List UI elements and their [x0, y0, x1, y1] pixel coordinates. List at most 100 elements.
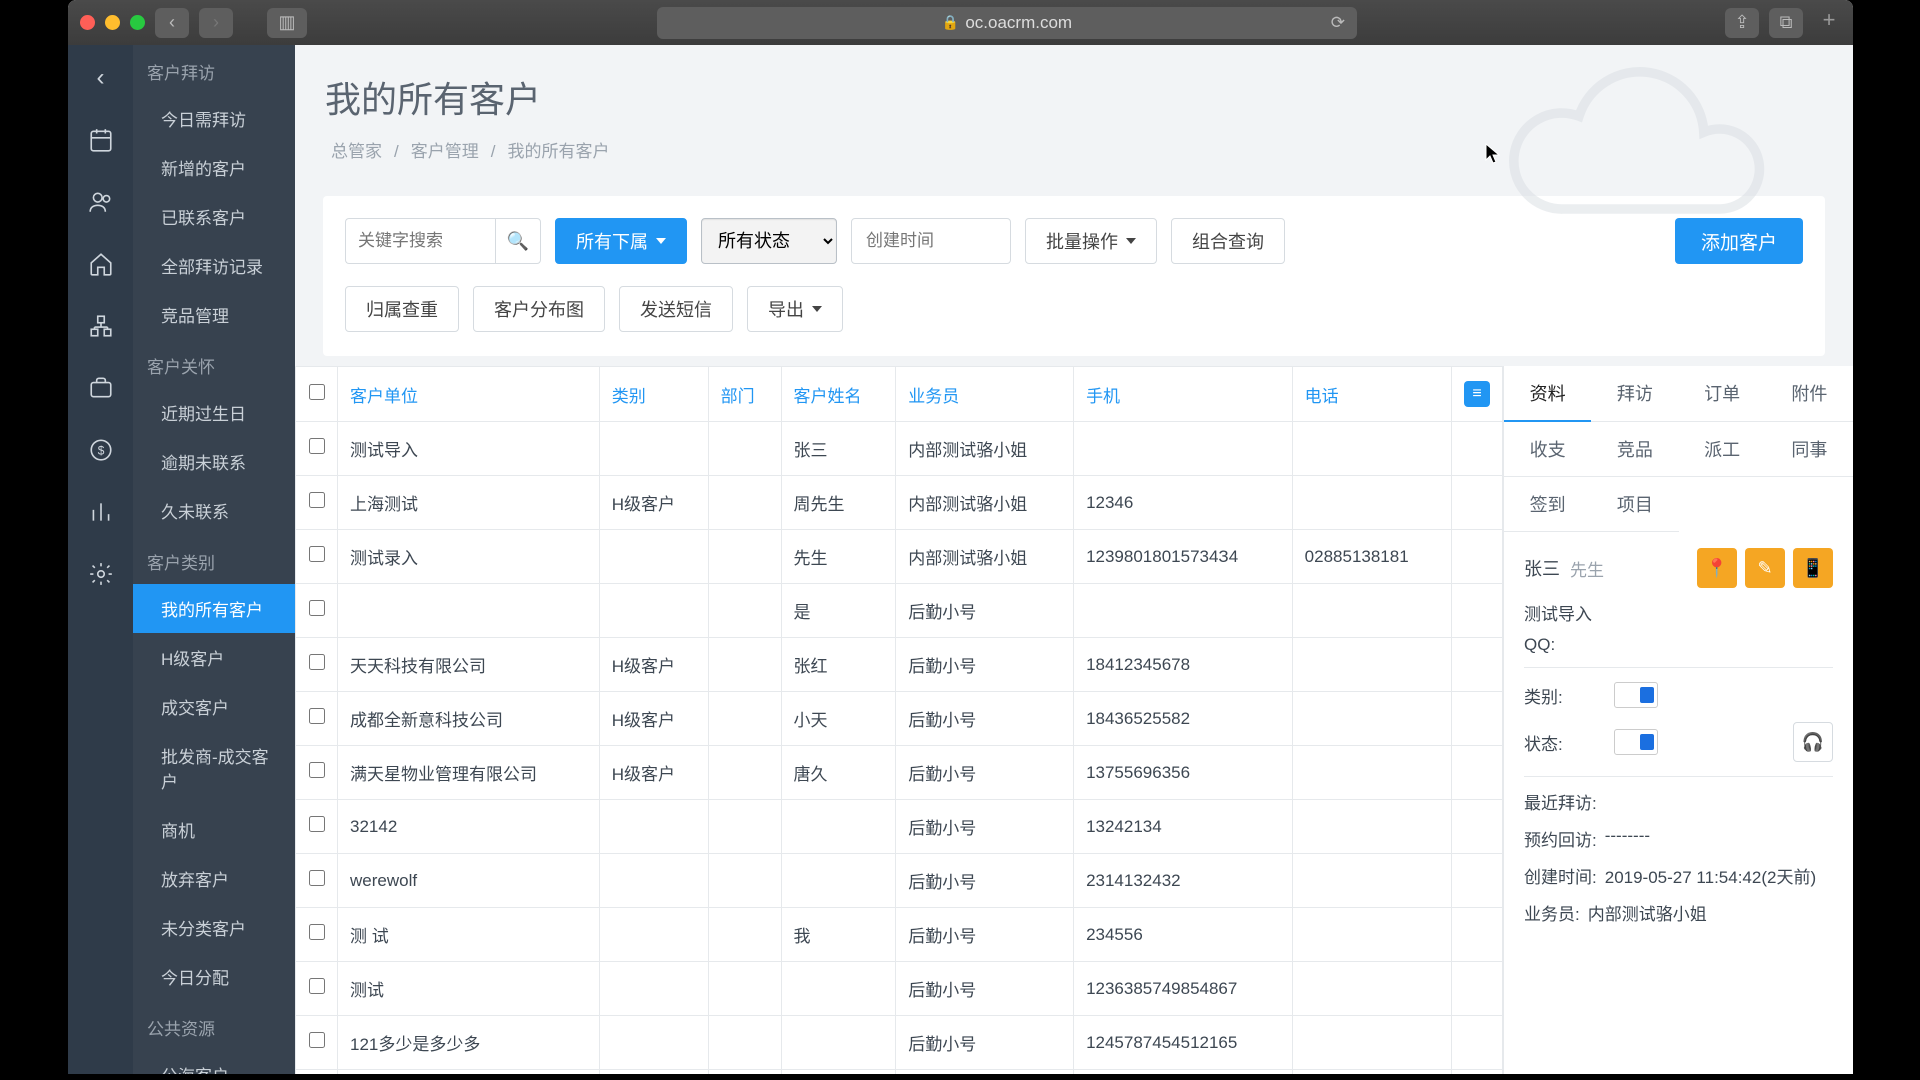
sidebar-item[interactable]: 已联系客户	[133, 192, 295, 241]
money-icon[interactable]: $	[86, 435, 116, 465]
breadcrumb-item[interactable]: 总管家	[331, 142, 382, 161]
bulk-action-dropdown[interactable]: 批量操作	[1025, 218, 1157, 264]
table-row[interactable]: 121多少是多少多后勤小号1245787454512165	[296, 1016, 1503, 1070]
sidebar-item[interactable]: 未分类客户	[133, 903, 295, 952]
column-header[interactable]: 部门	[708, 367, 781, 422]
search-input[interactable]	[345, 218, 495, 264]
table-row[interactable]: 是后勤小号	[296, 584, 1503, 638]
sidebar-item[interactable]: 我的所有客户	[133, 584, 295, 633]
toolbar-button[interactable]: 客户分布图	[473, 286, 605, 332]
table-row[interactable]: 满天星物业管理有限公司H级客户唐久后勤小号13755696356	[296, 746, 1503, 800]
sidebar-item[interactable]: 批发商-成交客户	[133, 731, 295, 805]
column-settings-button[interactable]: ≡	[1464, 381, 1490, 407]
table-row[interactable]: 成都全新意科技公司H级客户小天后勤小号18436525582	[296, 692, 1503, 746]
maximize-window-icon[interactable]	[130, 15, 145, 30]
category-select[interactable]	[1614, 682, 1658, 708]
settings-icon[interactable]	[86, 559, 116, 589]
back-button[interactable]: ‹	[155, 8, 189, 38]
status-select-mini[interactable]	[1614, 729, 1658, 755]
detail-tab[interactable]: 竞品	[1591, 422, 1678, 477]
stats-icon[interactable]	[86, 497, 116, 527]
row-checkbox[interactable]	[309, 978, 325, 994]
headset-button[interactable]: 🎧	[1793, 722, 1833, 762]
column-header[interactable]: 客户单位	[338, 367, 600, 422]
combo-query-button[interactable]: 组合查询	[1171, 218, 1285, 264]
row-checkbox[interactable]	[309, 924, 325, 940]
table-row[interactable]: 测试录入先生内部测试骆小姐12398018015734З402885138181	[296, 530, 1503, 584]
forward-button[interactable]: ›	[199, 8, 233, 38]
sidebar-item[interactable]: H级客户	[133, 633, 295, 682]
sidebar-item[interactable]: 久未联系	[133, 486, 295, 535]
boxes-icon[interactable]	[86, 311, 116, 341]
new-tab-button[interactable]: +	[1817, 8, 1841, 32]
select-all-header[interactable]	[296, 367, 338, 422]
edit-button[interactable]: ✎	[1745, 548, 1785, 588]
collapse-icon[interactable]: ‹	[86, 63, 116, 93]
row-checkbox[interactable]	[309, 438, 325, 454]
column-header[interactable]: 手机	[1074, 367, 1293, 422]
status-select[interactable]: 所有状态	[701, 218, 837, 264]
close-window-icon[interactable]	[80, 15, 95, 30]
sidebar-item[interactable]: 商机	[133, 805, 295, 854]
detail-tab[interactable]: 拜访	[1591, 366, 1678, 422]
scope-dropdown[interactable]: 所有下属	[555, 218, 687, 264]
table-row[interactable]: 测试后勤小号1236385749854867	[296, 962, 1503, 1016]
row-checkbox[interactable]	[309, 870, 325, 886]
share-button[interactable]: ⇪	[1725, 8, 1759, 38]
tabs-button[interactable]: ⧉	[1769, 8, 1803, 38]
row-checkbox[interactable]	[309, 708, 325, 724]
sidebar-item[interactable]: 全部拜访记录	[133, 241, 295, 290]
calendar-icon[interactable]	[86, 125, 116, 155]
briefcase-icon[interactable]	[86, 373, 116, 403]
detail-tab[interactable]: 派工	[1679, 422, 1766, 477]
home-icon[interactable]	[86, 249, 116, 279]
table-row[interactable]: 上海测试H级客户周先生内部测试骆小姐12346	[296, 476, 1503, 530]
table-row[interactable]: 测试导入张三内部测试骆小姐	[296, 422, 1503, 476]
column-header[interactable]: 客户姓名	[781, 367, 896, 422]
table-row[interactable]: 天天科技有限公司H级客户张红后勤小号18412345678	[296, 638, 1503, 692]
table-row[interactable]: 32142后勤小号13242134	[296, 800, 1503, 854]
sidebar-item[interactable]: 逾期未联系	[133, 437, 295, 486]
sidebar-item[interactable]: 放弃客户	[133, 854, 295, 903]
row-checkbox[interactable]	[309, 492, 325, 508]
table-row[interactable]: 开发商H级客户王老大后勤小号1211122112121212	[296, 1070, 1503, 1075]
detail-tab[interactable]: 签到	[1504, 477, 1591, 532]
row-checkbox[interactable]	[309, 600, 325, 616]
toolbar-button[interactable]: 发送短信	[619, 286, 733, 332]
sidebar-item[interactable]: 新增的客户	[133, 143, 295, 192]
minimize-window-icon[interactable]	[105, 15, 120, 30]
column-header[interactable]: 业务员	[896, 367, 1074, 422]
table-row[interactable]: werewolf后勤小号2314132432	[296, 854, 1503, 908]
users-icon[interactable]	[86, 187, 116, 217]
reload-icon[interactable]: ⟳	[1331, 13, 1345, 33]
select-all-checkbox[interactable]	[309, 384, 325, 400]
detail-tab[interactable]: 同事	[1766, 422, 1853, 477]
table-row[interactable]: 测 试我后勤小号234556	[296, 908, 1503, 962]
sidebar-item[interactable]: 今日需拜访	[133, 94, 295, 143]
row-checkbox[interactable]	[309, 762, 325, 778]
column-header[interactable]: 电话	[1292, 367, 1451, 422]
row-checkbox[interactable]	[309, 546, 325, 562]
sidebar-item[interactable]: 近期过生日	[133, 388, 295, 437]
detail-tab[interactable]: 订单	[1679, 366, 1766, 422]
toolbar-button[interactable]: 导出	[747, 286, 843, 332]
row-checkbox[interactable]	[309, 1032, 325, 1048]
detail-tab[interactable]: 资料	[1504, 366, 1591, 422]
detail-tab[interactable]: 项目	[1591, 477, 1678, 532]
created-date-input[interactable]	[851, 218, 1011, 264]
detail-tab[interactable]: 收支	[1504, 422, 1591, 477]
add-customer-button[interactable]: 添加客户	[1675, 218, 1803, 264]
breadcrumb-item[interactable]: 客户管理	[411, 142, 479, 161]
location-button[interactable]: 📍	[1697, 548, 1737, 588]
address-bar[interactable]: 🔒 oc.oacrm.com ⟳	[657, 7, 1357, 39]
sidebar-toggle-button[interactable]: ▥	[267, 8, 307, 38]
search-button[interactable]: 🔍	[495, 218, 541, 264]
sidebar-item[interactable]: 成交客户	[133, 682, 295, 731]
toolbar-button[interactable]: 归属查重	[345, 286, 459, 332]
sidebar-item[interactable]: 竞品管理	[133, 290, 295, 339]
detail-tab[interactable]: 附件	[1766, 366, 1853, 422]
sidebar-item[interactable]: 公海客户	[133, 1050, 295, 1074]
column-header[interactable]: 类别	[599, 367, 708, 422]
sidebar-item[interactable]: 今日分配	[133, 952, 295, 1001]
mobile-button[interactable]: 📱	[1793, 548, 1833, 588]
